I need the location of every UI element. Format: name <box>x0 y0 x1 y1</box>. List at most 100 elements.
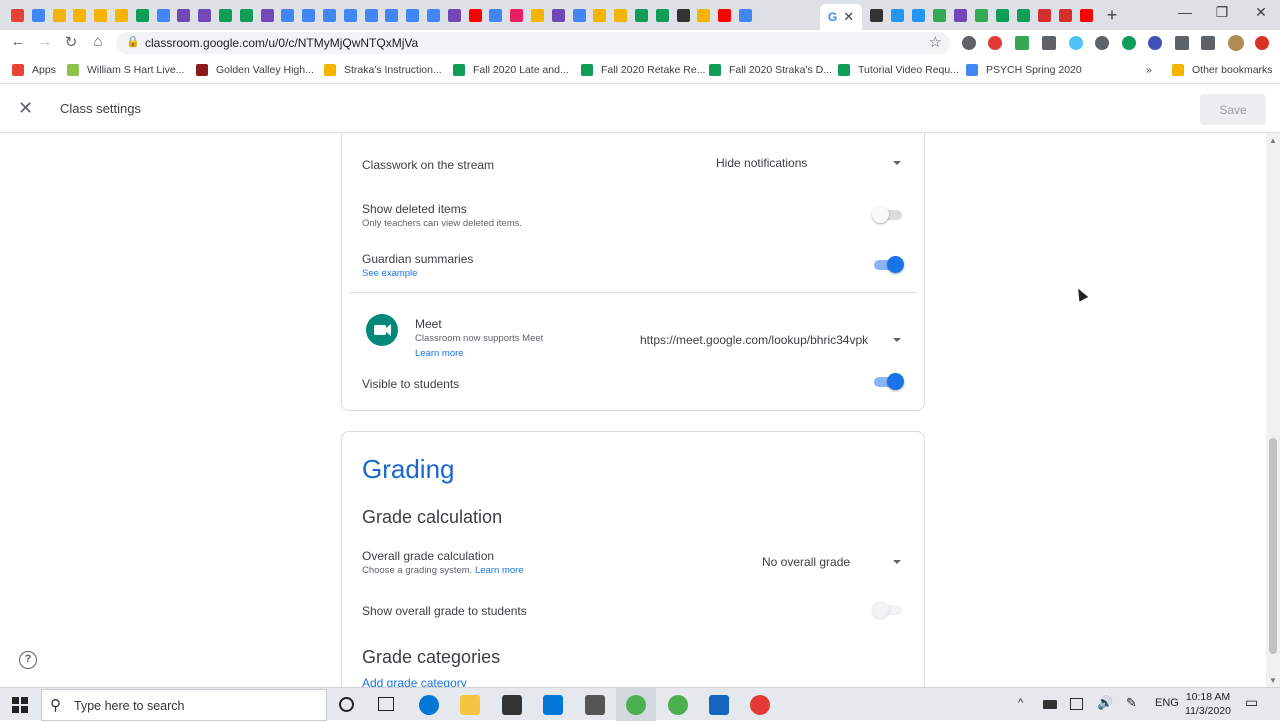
tray-overflow-icon[interactable]: ^ <box>1018 697 1023 709</box>
reload-icon[interactable]: ↻ <box>61 33 81 51</box>
restore-button[interactable]: ❐ <box>1207 4 1237 21</box>
chrome-icon[interactable] <box>668 695 688 715</box>
browser-tab[interactable] <box>465 4 486 26</box>
browser-tab[interactable] <box>950 4 971 26</box>
browser-tab[interactable] <box>7 4 28 26</box>
chevron-down-icon[interactable] <box>893 560 901 564</box>
bookmark-star-icon[interactable]: ☆ <box>929 33 942 51</box>
scroll-up-icon[interactable]: ▲ <box>1269 136 1277 145</box>
browser-tab[interactable] <box>194 4 215 26</box>
browser-tab[interactable] <box>548 4 569 26</box>
browser-tab[interactable] <box>992 4 1013 26</box>
visible-students-toggle[interactable] <box>872 372 904 392</box>
forward-icon[interactable]: → <box>35 33 55 50</box>
extension-icon[interactable] <box>1069 36 1083 50</box>
meet-learn-more-link[interactable]: Learn more <box>415 348 464 359</box>
chevron-down-icon[interactable] <box>893 161 901 165</box>
browser-tab[interactable] <box>569 4 590 26</box>
new-tab-button[interactable]: + <box>1102 5 1122 26</box>
bookmark-item[interactable]: Fall 2020 Straka's D... <box>709 64 832 76</box>
browser-tab[interactable] <box>971 4 992 26</box>
browser-tab[interactable] <box>361 4 382 26</box>
bookmark-item[interactable]: Fall 2020 Late and... <box>453 64 569 76</box>
edge-icon[interactable] <box>419 695 439 715</box>
scrollbar-thumb[interactable] <box>1269 438 1277 654</box>
taskbar-search[interactable]: ⚲ Type here to search <box>41 689 327 721</box>
browser-tab[interactable] <box>887 4 908 26</box>
file-explorer-icon[interactable] <box>460 695 480 715</box>
pen-icon[interactable]: ✎ <box>1126 695 1137 711</box>
save-button[interactable]: Save <box>1200 94 1266 125</box>
browser-tab[interactable] <box>1013 4 1034 26</box>
browser-tab[interactable] <box>340 4 361 26</box>
browser-tab[interactable] <box>257 4 278 26</box>
search-placeholder[interactable]: Type here to search <box>74 699 184 713</box>
chevron-down-icon[interactable] <box>893 338 901 342</box>
bookmark-item[interactable]: Golden Valley High... <box>196 64 314 76</box>
minimize-button[interactable]: — <box>1170 4 1200 20</box>
meet-link-dropdown[interactable]: https://meet.google.com/lookup/bhric34vp… <box>640 333 868 347</box>
extension-icon[interactable] <box>1095 36 1109 50</box>
mail-icon[interactable] <box>543 695 563 715</box>
bookmark-item[interactable]: William S Hart Live... <box>67 64 184 76</box>
show-deleted-toggle[interactable] <box>872 205 904 225</box>
browser-tab[interactable] <box>111 4 132 26</box>
extension-icon[interactable] <box>962 36 976 50</box>
classwork-stream-dropdown[interactable]: Hide notifications <box>716 156 807 170</box>
browser-tab[interactable] <box>132 4 153 26</box>
add-grade-category-link[interactable]: Add grade category <box>362 676 467 687</box>
browser-tab[interactable] <box>485 4 506 26</box>
page-scrollbar[interactable]: ▲ ▼ <box>1266 133 1280 687</box>
chrome-icon[interactable] <box>626 695 646 715</box>
browser-tab[interactable] <box>908 4 929 26</box>
browser-tab[interactable] <box>1076 4 1097 26</box>
browser-tab[interactable] <box>69 4 90 26</box>
bookmark-item[interactable]: Straka's Instruction... <box>324 64 442 76</box>
browser-tab[interactable] <box>631 4 652 26</box>
clock[interactable]: 10:18 AM 11/3/2020 <box>1180 690 1236 718</box>
browser-tab[interactable] <box>298 4 319 26</box>
browser-tab[interactable] <box>423 4 444 26</box>
close-tab-icon[interactable]: ✕ <box>843 9 854 25</box>
browser-tab[interactable] <box>866 4 887 26</box>
reading-list-icon[interactable] <box>1201 36 1215 50</box>
browser-tab[interactable] <box>28 4 49 26</box>
extension-icon[interactable] <box>1148 36 1162 50</box>
network-icon[interactable] <box>1070 698 1083 710</box>
cortana-icon[interactable] <box>339 697 354 712</box>
browser-tab[interactable] <box>277 4 298 26</box>
bookmark-item[interactable]: Fall 2020 Retake Re... <box>581 64 705 76</box>
browser-tab[interactable] <box>714 4 735 26</box>
extension-icon[interactable] <box>1015 36 1029 50</box>
bookmark-item[interactable]: Tutorial Video Requ... <box>838 64 959 76</box>
window-close-button[interactable]: ✕ <box>1246 4 1276 21</box>
back-icon[interactable]: ← <box>8 33 28 50</box>
see-example-link[interactable]: See example <box>362 268 417 279</box>
browser-tab[interactable] <box>735 4 756 26</box>
menu-icon[interactable] <box>1255 36 1269 50</box>
browser-tab[interactable] <box>153 4 174 26</box>
battery-icon[interactable] <box>1043 700 1057 709</box>
notification-icon[interactable]: ▭ <box>1245 694 1258 711</box>
calculator-icon[interactable] <box>585 695 605 715</box>
show-overall-grade-toggle[interactable] <box>872 600 904 620</box>
active-tab[interactable]: G ✕ <box>820 4 862 30</box>
guardian-summaries-toggle[interactable] <box>872 255 904 275</box>
browser-tab[interactable] <box>319 4 340 26</box>
url-text[interactable]: classroom.google.com/u/0/c/NTMyMjQwNTQxM… <box>145 36 418 50</box>
avatar[interactable] <box>1228 35 1244 51</box>
scroll-down-icon[interactable]: ▼ <box>1269 676 1277 685</box>
overall-calc-learn-more-link[interactable]: Learn more <box>475 565 524 576</box>
windows-start-icon[interactable] <box>12 697 28 713</box>
browser-tab[interactable] <box>506 4 527 26</box>
close-icon[interactable]: ✕ <box>18 98 33 119</box>
task-view-icon[interactable] <box>378 697 394 711</box>
language-indicator[interactable]: ENG <box>1155 697 1179 709</box>
photos-icon[interactable] <box>709 695 729 715</box>
browser-tab[interactable] <box>173 4 194 26</box>
chrome-icon[interactable] <box>750 695 770 715</box>
extension-icon[interactable] <box>1122 36 1136 50</box>
browser-tab[interactable] <box>929 4 950 26</box>
home-icon[interactable]: ⌂ <box>88 33 108 50</box>
volume-icon[interactable]: 🔊 <box>1097 695 1113 711</box>
